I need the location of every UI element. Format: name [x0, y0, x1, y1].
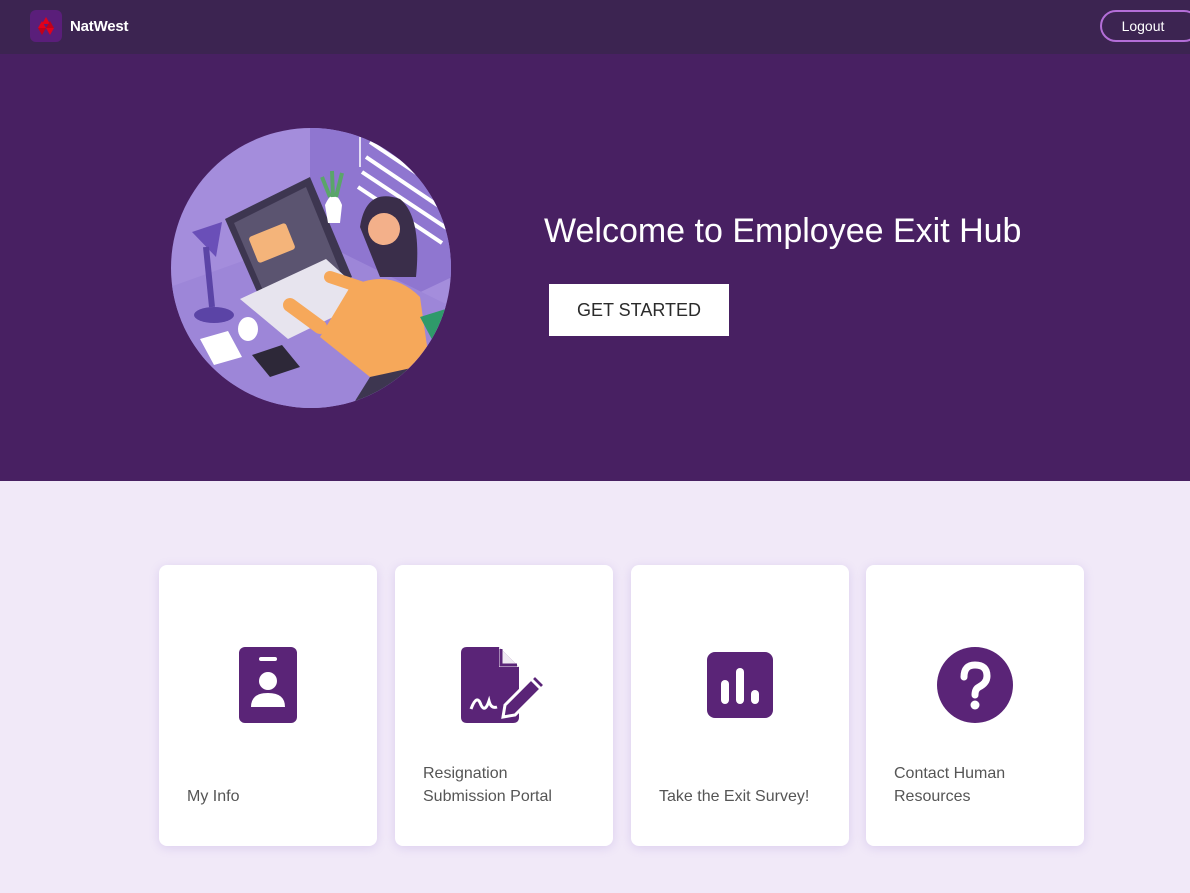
top-navbar: NatWest Logout — [0, 0, 1190, 54]
logout-button[interactable]: Logout — [1100, 10, 1190, 42]
card-label: My Info — [187, 788, 240, 805]
card-my-info[interactable]: My Info — [159, 565, 377, 846]
natwest-logo-icon — [30, 10, 62, 42]
card-label: Contact Human Resources — [894, 765, 1006, 805]
hero-section: Welcome to Employee Exit Hub GET STARTED — [0, 54, 1190, 481]
brand[interactable]: NatWest — [30, 10, 129, 42]
card-label: Take the Exit Survey! — [659, 788, 810, 805]
card-contact-hr[interactable]: Contact Human Resources — [866, 565, 1084, 846]
card-resignation-portal[interactable]: Resignation Submission Portal — [395, 565, 613, 846]
id-badge-icon — [239, 647, 297, 723]
signed-document-icon — [461, 647, 547, 723]
get-started-button[interactable]: GET STARTED — [549, 284, 729, 336]
question-circle-icon — [937, 647, 1013, 723]
hero-title: Welcome to Employee Exit Hub — [544, 212, 1022, 250]
employee-laptop-illustration — [171, 128, 451, 408]
card-exit-survey[interactable]: Take the Exit Survey! — [631, 565, 849, 846]
card-label: Resignation Submission Portal — [423, 765, 552, 805]
brand-name: NatWest — [70, 17, 129, 35]
bar-chart-icon — [707, 652, 773, 718]
